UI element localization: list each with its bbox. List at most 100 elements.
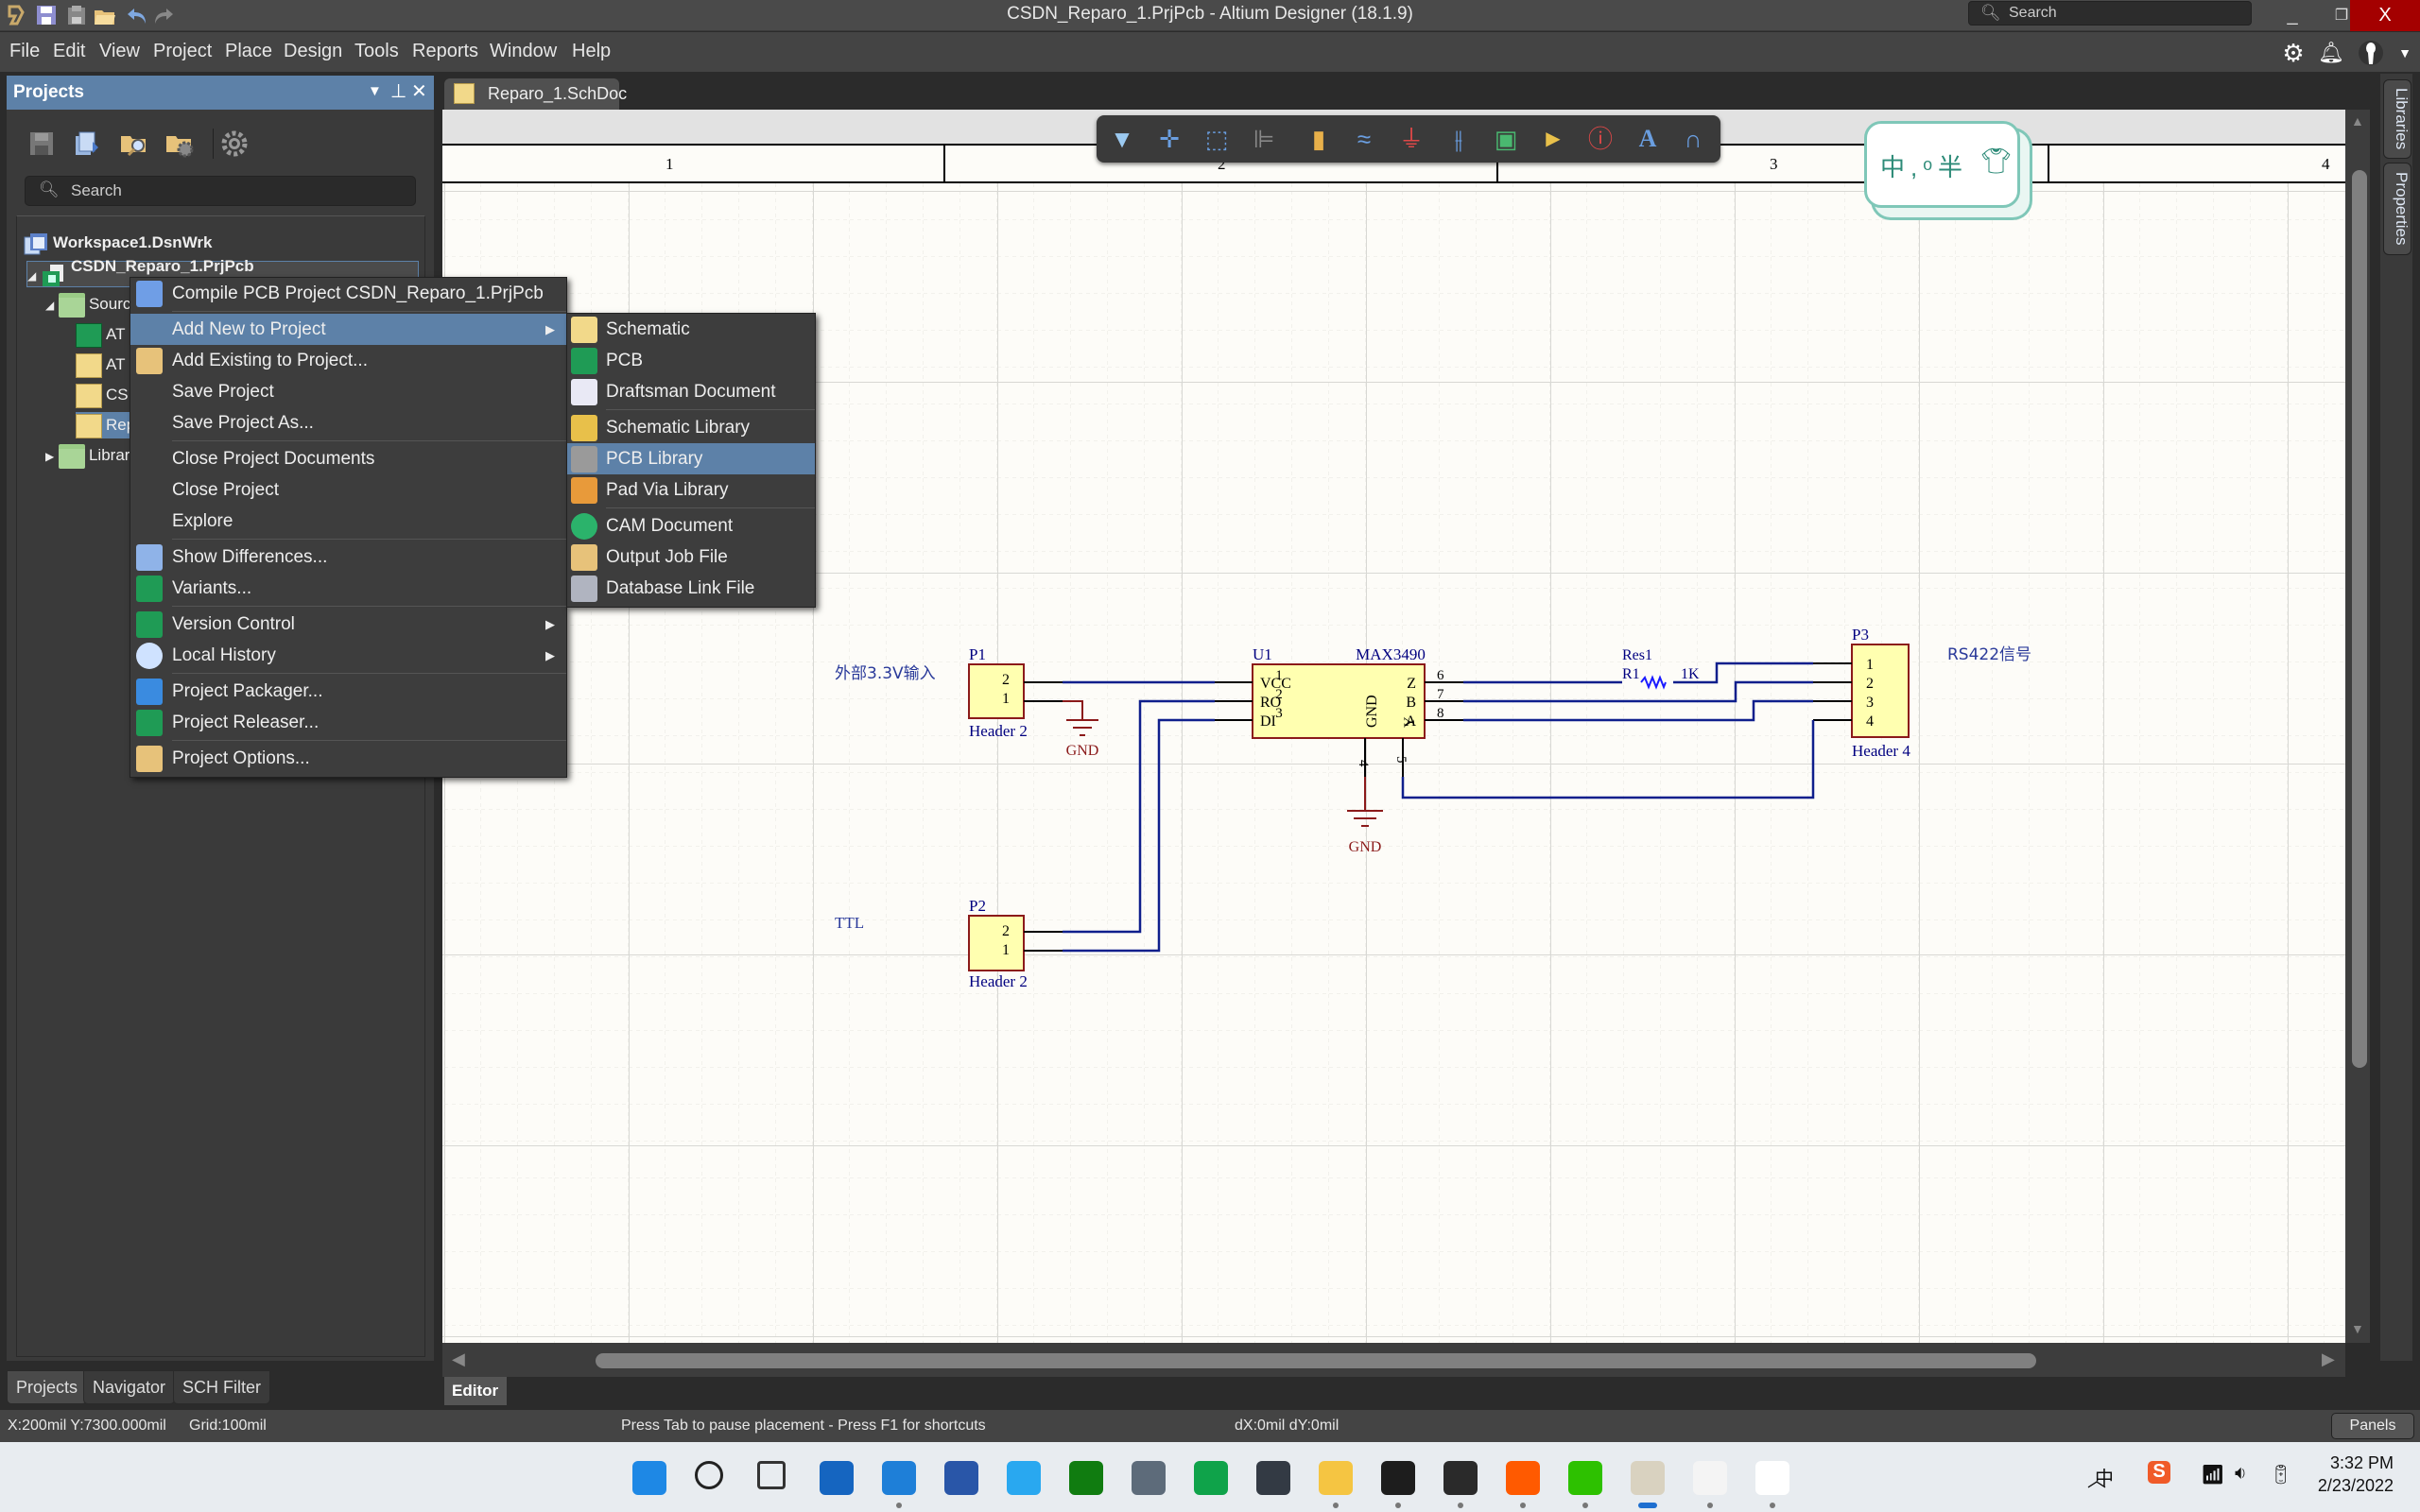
submenu-item-cam-document[interactable]: CAM Document xyxy=(567,510,815,541)
taskbar-xbox-icon[interactable] xyxy=(1069,1461,1103,1495)
menu-item-close-project-documents[interactable]: Close Project Documents xyxy=(130,443,566,474)
menu-item-variants[interactable]: Variants... xyxy=(130,573,566,604)
menu-item-project-packager[interactable]: Project Packager... xyxy=(130,676,566,707)
align-icon[interactable]: ⊫ xyxy=(1248,123,1280,155)
menu-item-explore[interactable]: Explore xyxy=(130,506,566,537)
tree-item-doc[interactable]: AT xyxy=(76,352,125,378)
select-icon[interactable]: ⬚ xyxy=(1201,123,1233,155)
menu-item-close-project[interactable]: Close Project xyxy=(130,474,566,506)
menu-file[interactable]: File xyxy=(9,41,40,62)
taskbar-text-editor-icon[interactable] xyxy=(1693,1461,1727,1495)
arc-icon[interactable]: ∩ xyxy=(1677,123,1709,155)
document-tab[interactable]: Reparo_1.SchDoc xyxy=(444,78,627,110)
directive-icon[interactable]: ⓘ xyxy=(1584,123,1616,155)
menu-window[interactable]: Window xyxy=(490,41,557,62)
expand-arrow-icon[interactable]: ◢ xyxy=(45,299,54,312)
ime-mode-icon[interactable]: 中 xyxy=(2095,1463,2114,1490)
submenu-item-pcb-library[interactable]: PCB Library xyxy=(567,443,815,474)
panels-button[interactable]: Panels xyxy=(2331,1413,2414,1439)
submenu-item-schematic-library[interactable]: Schematic Library xyxy=(567,412,815,443)
menu-tools[interactable]: Tools xyxy=(354,41,399,62)
text-icon[interactable]: A xyxy=(1632,123,1664,155)
sheet-symbol-icon[interactable]: ▣ xyxy=(1490,123,1522,155)
vertical-scroll-thumb[interactable] xyxy=(2352,170,2367,1068)
submenu-item-schematic[interactable]: Schematic xyxy=(567,314,815,345)
menu-place[interactable]: Place xyxy=(225,41,272,62)
sogou-input-icon[interactable]: S xyxy=(2148,1461,2170,1484)
taskbar-task-view-icon[interactable] xyxy=(757,1461,786,1489)
settings-icon[interactable] xyxy=(219,129,250,159)
menu-help[interactable]: Help xyxy=(572,41,611,62)
panel-close-icon[interactable]: ✕ xyxy=(411,79,427,103)
scroll-right-icon[interactable]: ▶ xyxy=(2322,1349,2335,1369)
pin-icon[interactable]: ⊥ xyxy=(390,79,406,103)
taskbar-mango-tv-icon[interactable] xyxy=(1506,1461,1540,1495)
global-search-input[interactable]: 🔍︎ Search xyxy=(1968,1,2252,26)
taskbar-widgets-icon[interactable] xyxy=(820,1461,854,1495)
compile-icon[interactable] xyxy=(70,129,100,159)
scroll-down-icon[interactable]: ▼ xyxy=(2351,1321,2364,1336)
submenu-item-database-link-file[interactable]: Database Link File xyxy=(567,573,815,604)
taskbar-start-icon[interactable] xyxy=(632,1461,666,1495)
menu-item-save-project-as[interactable]: Save Project As... xyxy=(130,407,566,438)
tab-libraries[interactable]: Libraries xyxy=(2383,79,2411,159)
taskbar-wechat-icon[interactable] xyxy=(1568,1461,1602,1495)
submenu-item-pcb[interactable]: PCB xyxy=(567,345,815,376)
bell-icon[interactable]: 🔔︎ xyxy=(2318,40,2344,66)
menu-view[interactable]: View xyxy=(99,41,140,62)
tree-item-source-documents[interactable]: ◢ Sourc xyxy=(45,291,130,318)
tree-item-doc[interactable]: CSI xyxy=(76,382,132,408)
submenu-item-draftsman-document[interactable]: Draftsman Document xyxy=(567,376,815,407)
taskbar-app-blue-s-icon[interactable] xyxy=(1007,1461,1041,1495)
taskbar-baidu-netdisk-icon[interactable] xyxy=(1755,1461,1789,1495)
scroll-left-icon[interactable]: ◀ xyxy=(452,1349,465,1369)
ime-status-widget[interactable]: 中,ᵒ半 👕︎ xyxy=(1864,121,2020,208)
menu-item-add-existing-to-project[interactable]: Add Existing to Project... xyxy=(130,345,566,376)
taskbar-file-explorer-icon[interactable] xyxy=(1319,1461,1353,1495)
menu-reports[interactable]: Reports xyxy=(412,41,478,62)
taskbar-vpn-app-icon[interactable] xyxy=(1256,1461,1290,1495)
tab-navigator[interactable]: Navigator xyxy=(83,1370,176,1404)
wire-icon[interactable]: ≈ xyxy=(1348,123,1380,155)
project-options-icon[interactable] xyxy=(164,129,195,159)
port-icon[interactable]: ▶ xyxy=(1537,123,1569,155)
tab-projects[interactable]: Projects xyxy=(7,1370,88,1404)
clock-date[interactable]: 2/23/2022 xyxy=(2308,1476,2394,1496)
gear-icon[interactable]: ⚙ xyxy=(2280,40,2307,66)
submenu-item-pad-via-library[interactable]: Pad Via Library xyxy=(567,474,815,506)
editor-tab[interactable]: Editor xyxy=(444,1377,507,1405)
menu-item-version-control[interactable]: Version Control ▶ xyxy=(130,609,566,640)
taskbar-altium-icon[interactable] xyxy=(1631,1461,1665,1495)
volume-icon[interactable]: 🔉︎ xyxy=(2235,1463,2247,1485)
tab-properties[interactable]: Properties xyxy=(2383,163,2411,255)
tree-item-workspace[interactable]: Workspace1.DsnWrk xyxy=(23,230,213,256)
explore-folder-icon[interactable] xyxy=(119,129,149,159)
taskbar-league-icon[interactable] xyxy=(1443,1461,1478,1495)
menu-item-show-differences[interactable]: Show Differences... xyxy=(130,541,566,573)
menu-item-project-releaser[interactable]: Project Releaser... xyxy=(130,707,566,738)
collapse-arrow-icon[interactable]: ▶ xyxy=(45,450,54,463)
horizontal-scroll-thumb[interactable] xyxy=(596,1353,2036,1368)
clock-time[interactable]: 3:32 PM xyxy=(2308,1453,2394,1473)
menu-item-compile-pcb-project-csdn-reparo-1-prjpcb[interactable]: Compile PCB Project CSDN_Reparo_1.PrjPcb xyxy=(130,278,566,309)
user-dropdown-icon[interactable]: ▼ xyxy=(2392,40,2418,66)
gnd-power-icon[interactable]: ⏚ xyxy=(1395,123,1427,155)
skin-shirt-icon[interactable]: 👕︎ xyxy=(1980,146,2012,176)
panel-menu-icon[interactable]: ▼ xyxy=(368,83,382,99)
close-button[interactable]: X xyxy=(2350,0,2420,31)
taskbar-app-gc-icon[interactable] xyxy=(1381,1461,1415,1495)
place-part-icon[interactable]: ▮ xyxy=(1303,123,1335,155)
menu-item-add-new-to-project[interactable]: Add New to Project ▶ xyxy=(130,314,566,345)
menu-edit[interactable]: Edit xyxy=(53,41,85,62)
menu-item-local-history[interactable]: Local History ▶ xyxy=(130,640,566,671)
battery-icon[interactable]: 🔋︎ xyxy=(2269,1463,2292,1486)
taskbar-calculator-icon[interactable] xyxy=(1132,1461,1166,1495)
tree-item-doc[interactable]: AT xyxy=(76,321,125,348)
menu-item-project-options[interactable]: Project Options... xyxy=(130,743,566,774)
filter-icon[interactable]: ▼ xyxy=(1106,123,1138,155)
tab-sch-filter[interactable]: SCH Filter xyxy=(173,1370,271,1404)
taskbar-green-app-icon[interactable] xyxy=(1194,1461,1228,1495)
taskbar-edge-icon[interactable] xyxy=(882,1461,916,1495)
menu-item-save-project[interactable]: Save Project xyxy=(130,376,566,407)
menu-design[interactable]: Design xyxy=(284,41,342,62)
